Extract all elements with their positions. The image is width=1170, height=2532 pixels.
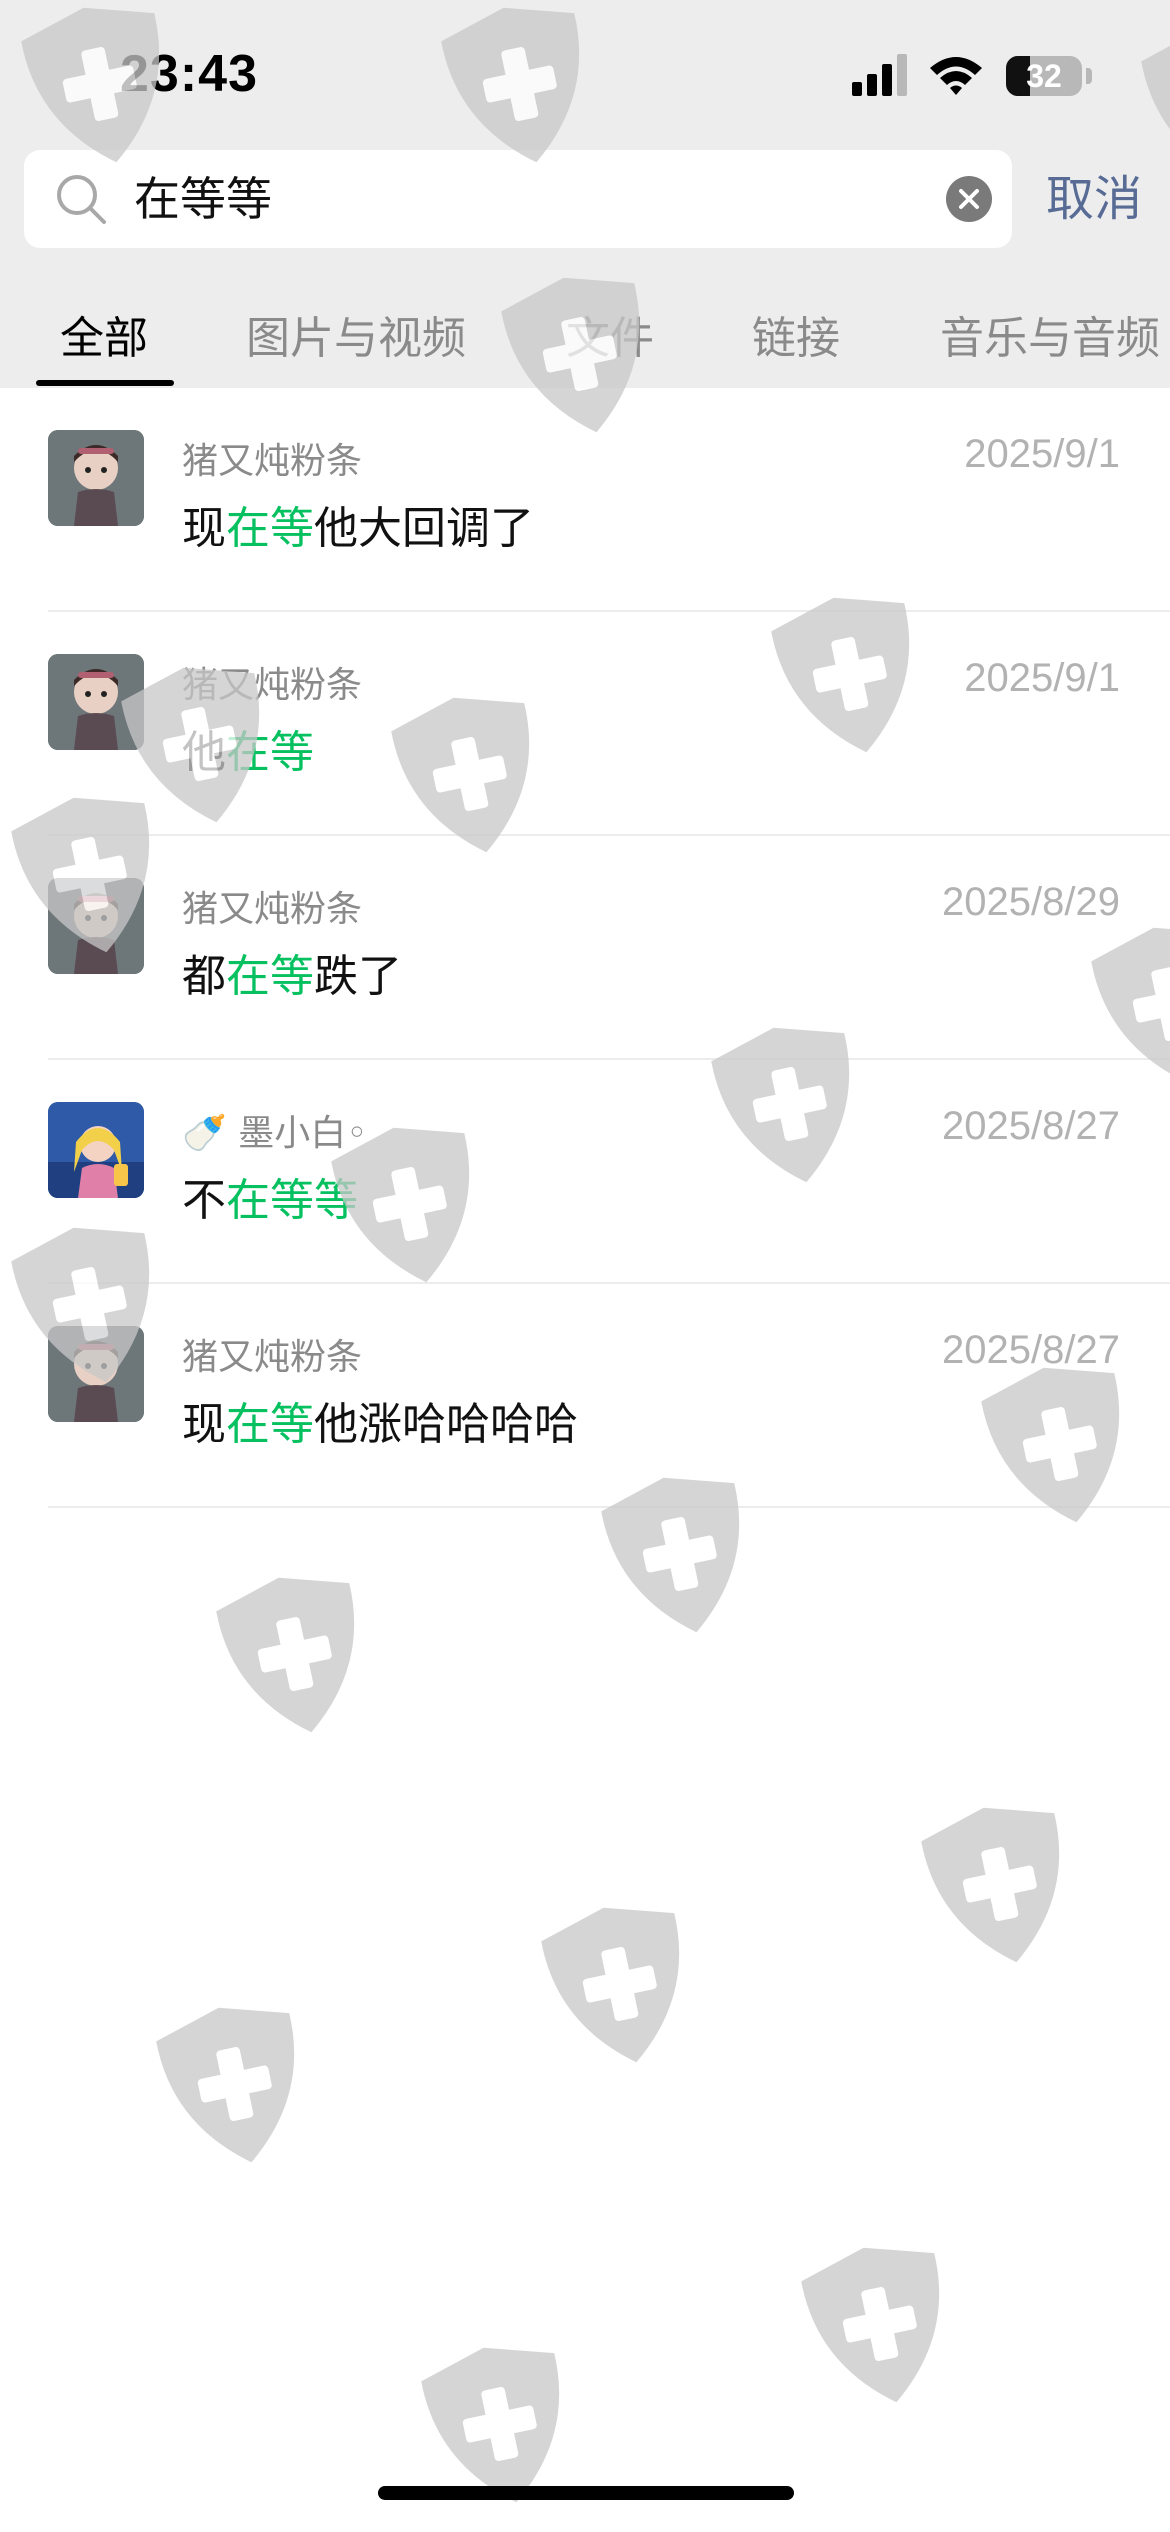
shield-watermark-icon xyxy=(391,697,530,853)
shield-watermark-icon xyxy=(441,7,580,163)
shield-watermark-icon xyxy=(216,1577,355,1733)
tab-links[interactable]: 链接 xyxy=(752,300,840,378)
battery-percent: 32 xyxy=(1026,58,1062,94)
message-before: 都 xyxy=(182,951,226,1002)
search-query[interactable]: 在等等 xyxy=(134,150,272,248)
sender-name: 猪又炖粉条 xyxy=(182,441,363,482)
message-date: 2025/9/1 xyxy=(964,656,1120,700)
clear-search-icon[interactable] xyxy=(946,176,992,222)
shield-watermark-icon xyxy=(771,597,910,753)
close-icon xyxy=(959,189,979,209)
battery-icon: 32 xyxy=(1006,56,1082,96)
tab-all[interactable]: 全部 xyxy=(60,300,148,378)
battery-nub xyxy=(1086,68,1092,84)
tab-images-videos[interactable]: 图片与视频 xyxy=(246,300,466,378)
wifi-icon xyxy=(930,57,982,95)
shield-watermark-icon xyxy=(331,1127,470,1283)
cellular-signal-icon xyxy=(852,54,907,96)
anime-girl-avatar-icon xyxy=(48,1102,144,1198)
shield-watermark-icon xyxy=(711,1027,850,1183)
list-item[interactable]: 猪又炖粉条 2025/8/29 都在等跌了 xyxy=(0,836,1170,1060)
message-after: 跌了 xyxy=(314,951,402,1002)
sender-name: 猪又炖粉条 xyxy=(182,889,363,930)
status-icons: 32 xyxy=(850,52,1100,102)
message-text: 都在等跌了 xyxy=(182,940,402,1004)
shield-watermark-icon xyxy=(601,1477,740,1633)
cancel-button[interactable]: 取消 xyxy=(1046,150,1142,248)
shield-watermark-icon xyxy=(921,1807,1060,1963)
message-text: 现在等他大回调了 xyxy=(182,492,534,556)
shield-watermark-icon xyxy=(981,1367,1120,1523)
message-after: 他涨哈哈哈哈 xyxy=(314,1399,578,1450)
search-results-screen: 23:43 32 在等等 取消 全部 图片与视频 链接 音乐与音频 猪又炖粉条 … xyxy=(0,0,1170,2532)
avatar[interactable] xyxy=(48,430,144,526)
message-date: 2025/8/27 xyxy=(942,1104,1120,1148)
doll-avatar-icon xyxy=(48,430,144,526)
avatar[interactable] xyxy=(48,1102,144,1198)
search-icon xyxy=(57,175,106,224)
message-before: 现 xyxy=(182,503,226,554)
shield-watermark-icon xyxy=(801,2247,940,2403)
message-date: 2025/8/29 xyxy=(942,880,1120,924)
message-match: 在等 xyxy=(226,951,314,1002)
tab-music-audio[interactable]: 音乐与音频 xyxy=(940,300,1160,378)
message-match: 在等 xyxy=(226,1399,314,1450)
message-after: 他大回调了 xyxy=(314,503,534,554)
message-text: 现在等他涨哈哈哈哈 xyxy=(182,1388,578,1452)
list-item[interactable]: 🍼 墨小白◦ 2025/8/27 不在等等 xyxy=(0,1060,1170,1284)
shield-watermark-icon xyxy=(156,2007,295,2163)
message-date: 2025/9/1 xyxy=(964,432,1120,476)
message-before: 不 xyxy=(182,1175,226,1226)
shield-watermark-icon xyxy=(541,1907,680,2063)
home-indicator[interactable] xyxy=(378,2486,794,2500)
message-match: 在等 xyxy=(226,503,314,554)
message-before: 现 xyxy=(182,1399,226,1450)
sender-name: 猪又炖粉条 xyxy=(182,1337,363,1378)
shield-watermark-icon xyxy=(21,7,160,163)
active-tab-indicator xyxy=(36,380,174,386)
shield-watermark-icon xyxy=(501,277,640,433)
